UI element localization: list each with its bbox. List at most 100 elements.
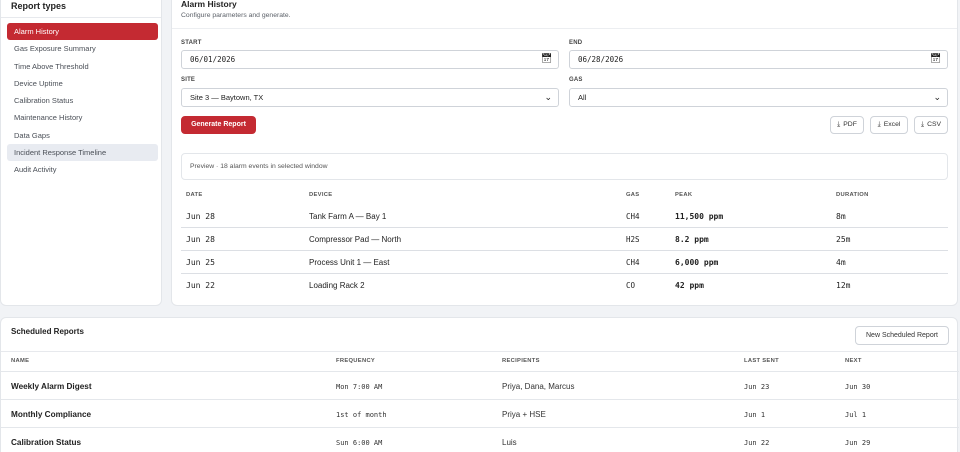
cell-peak: 6,000 ppm	[675, 258, 719, 267]
page-subtitle: Configure parameters and generate.	[181, 12, 291, 19]
cell-recipients: Luis	[502, 438, 517, 447]
cell-duration: 12m	[836, 281, 851, 290]
cell-duration: 4m	[836, 258, 846, 267]
col-header-gas: GAS	[626, 192, 640, 198]
cell-last-sent: Jun 23	[744, 383, 770, 391]
cell-peak: 11,500 ppm	[675, 212, 724, 221]
export-pdf-label: PDF	[843, 121, 857, 128]
download-icon: ⤓	[920, 121, 925, 128]
col-header-duration: DURATION	[836, 192, 869, 198]
page-title: Alarm History	[181, 0, 237, 9]
cell-duration: 8m	[836, 212, 846, 221]
cell-device: Loading Rack 2	[309, 281, 365, 290]
cell-frequency: 1st of month	[336, 411, 387, 419]
sidebar-item-gas-exposure-summary[interactable]: Gas Exposure Summary	[7, 40, 158, 57]
generate-report-button[interactable]: Generate Report	[181, 116, 256, 134]
chevron-down-icon: ⌄	[933, 92, 941, 102]
export-excel-button[interactable]: ⤓ Excel	[870, 116, 908, 134]
calendar-icon[interactable]: 📅︎	[541, 51, 552, 68]
gas-select[interactable]: All ⌄	[569, 88, 948, 107]
report-types-list: Alarm History Gas Exposure Summary Time …	[7, 23, 158, 179]
scheduled-reports-title: Scheduled Reports	[11, 327, 84, 336]
report-types-panel: Report types Alarm History Gas Exposure …	[0, 0, 162, 306]
sidebar-item-device-uptime[interactable]: Device Uptime	[7, 75, 158, 92]
cell-next: Jun 30	[845, 383, 871, 391]
scheduled-reports-panel: Scheduled Reports New Scheduled Report N…	[0, 317, 959, 452]
table-row: Jun 28 Compressor Pad — North H2S 8.2 pp…	[181, 228, 948, 251]
cell-date: Jun 28	[186, 235, 215, 244]
col-header-frequency: FREQUENCY	[336, 358, 376, 364]
download-icon: ⤓	[877, 121, 881, 128]
export-pdf-button[interactable]: ⤓ PDF	[830, 116, 864, 134]
cell-last-sent: Jun 22	[744, 439, 770, 447]
sidebar-item-data-gaps[interactable]: Data Gaps	[7, 127, 158, 144]
start-date-field[interactable]: 06/01/2026 📅︎	[181, 50, 559, 69]
cell-peak: 42 ppm	[675, 281, 704, 290]
col-header-name: NAME	[11, 358, 30, 364]
preview-banner: Preview · 18 alarm events in selected wi…	[181, 153, 948, 180]
cell-device: Tank Farm A — Bay 1	[309, 212, 387, 221]
table-row[interactable]: Monthly Compliance 1st of month Priya + …	[1, 399, 959, 427]
cell-peak: 8.2 ppm	[675, 235, 709, 244]
export-csv-button[interactable]: ⤓ CSV	[914, 116, 948, 134]
cell-frequency: Sun 6:00 AM	[336, 439, 383, 447]
col-header-peak: PEAK	[675, 192, 693, 198]
cell-recipients: Priya + HSE	[502, 410, 546, 419]
sidebar-item-calibration-status[interactable]: Calibration Status	[7, 92, 158, 109]
cell-name: Weekly Alarm Digest	[11, 382, 92, 391]
alarm-history-panel: Alarm History Configure parameters and g…	[171, 0, 958, 306]
start-date-value: 06/01/2026	[190, 55, 236, 64]
chevron-down-icon: ⌄	[544, 92, 552, 102]
sidebar-item-time-above-threshold[interactable]: Time Above Threshold	[7, 58, 158, 75]
col-header-last-sent: LAST SENT	[744, 358, 779, 364]
cell-gas: H2S	[626, 235, 640, 244]
col-header-recipients: RECIPIENTS	[502, 358, 540, 364]
sidebar-item-audit-activity[interactable]: Audit Activity	[7, 161, 158, 178]
end-date-value: 06/28/2026	[578, 55, 624, 64]
cell-name: Calibration Status	[11, 438, 82, 447]
table-row: Jun 28 Tank Farm A — Bay 1 CH4 11,500 pp…	[181, 205, 948, 228]
download-icon: ⤓	[837, 121, 841, 128]
divider	[1, 351, 957, 352]
gas-value: All	[578, 93, 587, 102]
col-header-device: DEVICE	[309, 192, 333, 198]
table-row: Jun 22 Loading Rack 2 CO 42 ppm 12m	[181, 274, 948, 297]
cell-gas: CH4	[626, 212, 640, 221]
export-excel-label: Excel	[883, 121, 901, 128]
export-csv-label: CSV	[927, 121, 942, 128]
cell-frequency: Mon 7:00 AM	[336, 383, 383, 391]
cell-next: Jul 1	[845, 411, 867, 419]
cell-duration: 25m	[836, 235, 851, 244]
site-label: SITE	[181, 77, 196, 83]
cell-gas: CH4	[626, 258, 640, 267]
col-header-next: NEXT	[845, 358, 862, 364]
start-label: START	[181, 40, 202, 46]
cell-device: Process Unit 1 — East	[309, 258, 390, 267]
cell-recipients: Priya, Dana, Marcus	[502, 382, 575, 391]
calendar-icon[interactable]: 📅︎	[930, 51, 941, 68]
cell-device: Compressor Pad — North	[309, 235, 402, 244]
cell-gas: CO	[626, 281, 636, 290]
site-select[interactable]: Site 3 — Baytown, TX ⌄	[181, 88, 559, 107]
table-row[interactable]: Calibration Status Sun 6:00 AM Luis Jun …	[1, 427, 959, 452]
table-row[interactable]: Weekly Alarm Digest Mon 7:00 AM Priya, D…	[1, 371, 959, 399]
cell-date: Jun 28	[186, 212, 215, 221]
cell-date: Jun 22	[186, 281, 215, 290]
end-date-field[interactable]: 06/28/2026 📅︎	[569, 50, 948, 69]
table-row: Jun 25 Process Unit 1 — East CH4 6,000 p…	[181, 251, 948, 274]
end-label: END	[569, 40, 583, 46]
report-types-title: Report types	[11, 1, 67, 11]
sidebar-item-maintenance-history[interactable]: Maintenance History	[7, 109, 158, 126]
cell-next: Jun 29	[845, 439, 871, 447]
cell-name: Monthly Compliance	[11, 410, 92, 419]
sidebar-item-alarm-history[interactable]: Alarm History	[7, 23, 158, 41]
gas-label: GAS	[569, 77, 583, 83]
new-scheduled-report-button[interactable]: New Scheduled Report	[855, 326, 949, 345]
divider	[1, 17, 161, 18]
sidebar-item-incident-response-timeline[interactable]: Incident Response Timeline	[7, 144, 158, 162]
site-value: Site 3 — Baytown, TX	[190, 93, 264, 102]
col-header-date: DATE	[186, 192, 203, 198]
divider	[172, 28, 957, 29]
cell-last-sent: Jun 1	[744, 411, 766, 419]
cell-date: Jun 25	[186, 258, 215, 267]
